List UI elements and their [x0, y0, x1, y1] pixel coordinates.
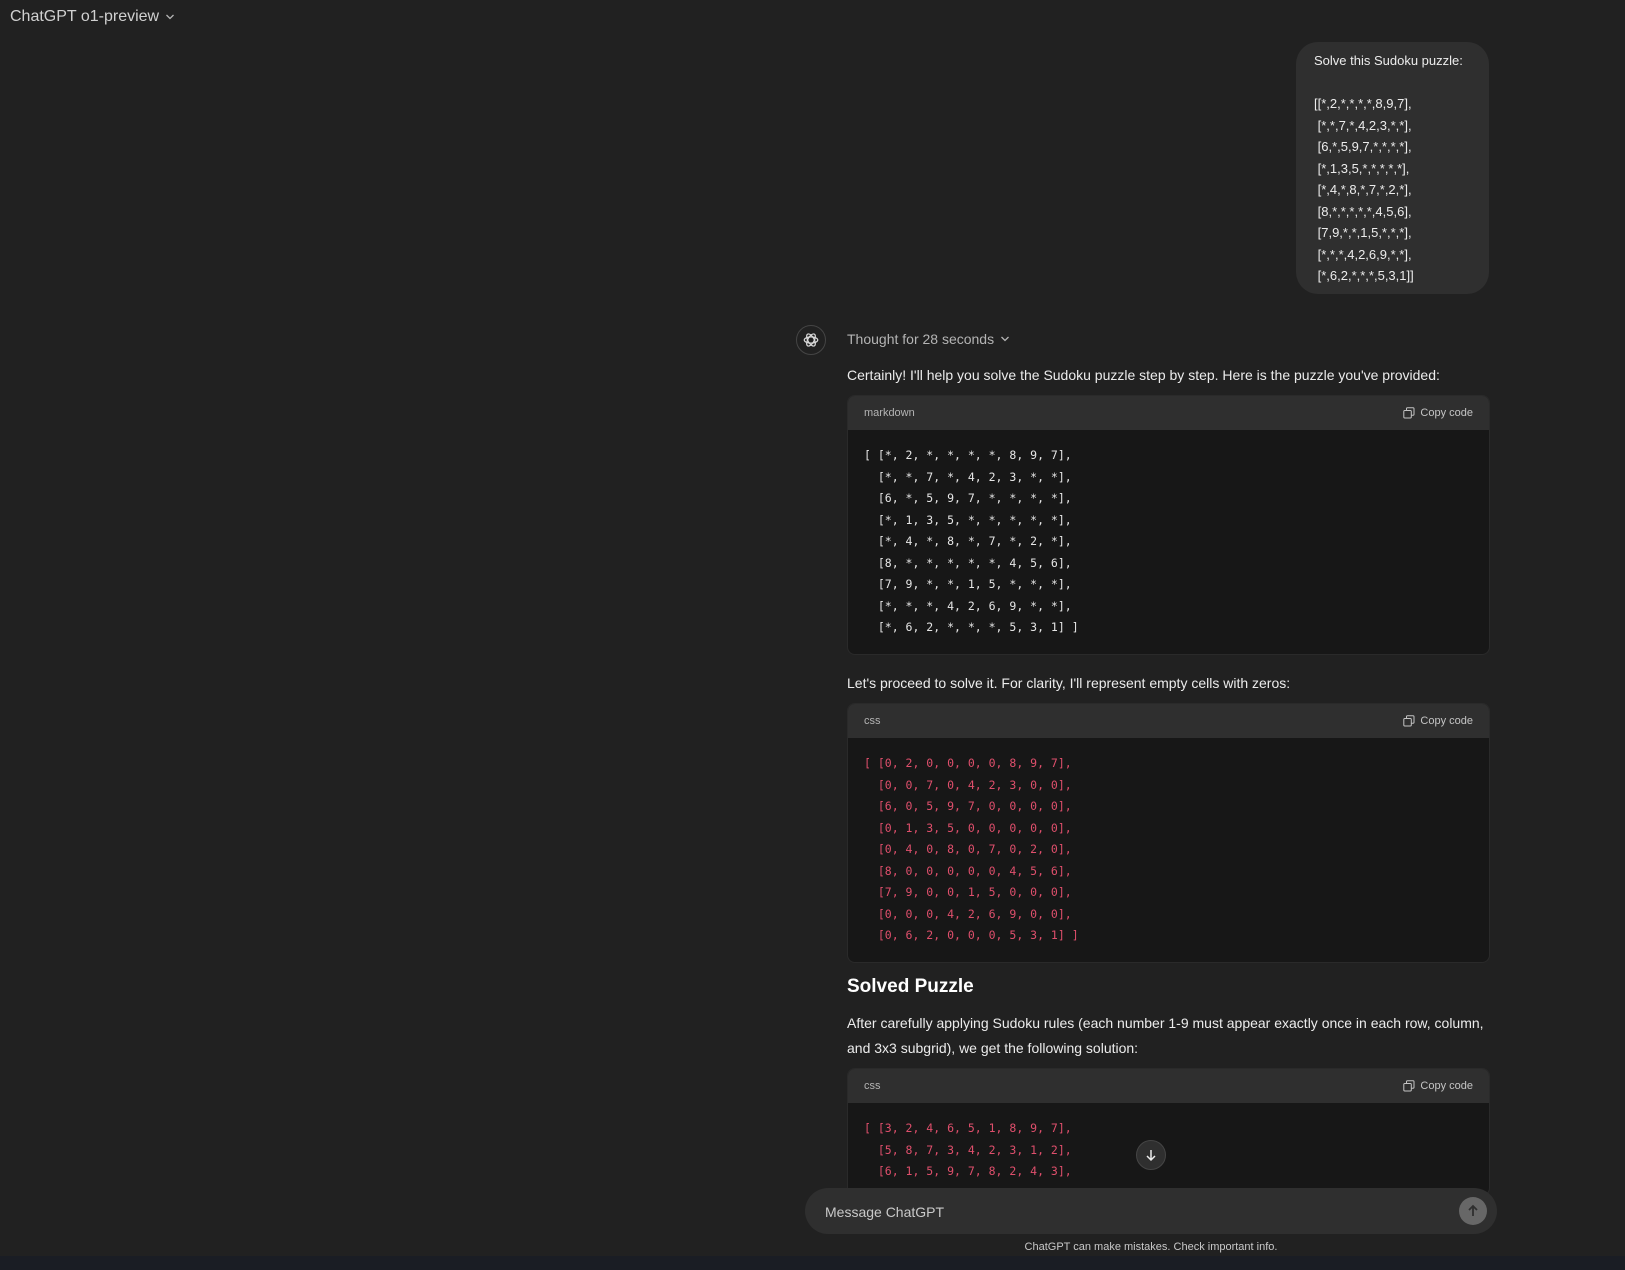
code-line: [*, *, 7, *, 4, 2, 3, *, *], — [864, 469, 1072, 484]
code-body: [ [3, 2, 4, 6, 5, 1, 8, 9, 7], [5, 8, 7,… — [848, 1103, 1489, 1195]
puzzle-row: [[*,2,*,*,*,*,8,9,7], — [1314, 96, 1412, 111]
puzzle-row: [*,4,*,8,*,7,*,2,*], — [1314, 182, 1412, 197]
code-line: [*, *, *, 4, 2, 6, 9, *, *], — [864, 598, 1072, 613]
puzzle-row: [*,*,7,*,4,2,3,*,*], — [1314, 117, 1412, 133]
code-line: [ [*, 2, *, *, *, *, 8, 9, 7], — [864, 448, 1072, 462]
copy-icon — [1403, 715, 1415, 727]
thought-label: Thought for 28 seconds — [847, 331, 995, 347]
chevron-down-icon — [1001, 336, 1010, 342]
scroll-to-bottom-button[interactable] — [1136, 1140, 1166, 1170]
puzzle-row: [6,*,5,9,7,*,*,*,*], — [1314, 139, 1412, 154]
code-block-zeros: css Copy code [ [0, 2, 0, 0, 0, 0, 8, 9,… — [847, 703, 1490, 963]
openai-logo-icon — [803, 333, 819, 347]
puzzle-row: [*,6,2,*,*,*,5,3,1]] — [1314, 268, 1414, 283]
window-bottom-strip — [0, 1256, 1625, 1270]
code-language: css — [864, 1080, 881, 1092]
code-header: markdown Copy code — [848, 396, 1489, 430]
message-composer — [805, 1188, 1497, 1236]
puzzle-row: [*,1,3,5,*,*,*,*,*], — [1314, 160, 1410, 176]
copy-code-button[interactable]: Copy code — [1403, 1080, 1473, 1092]
code-language: css — [864, 715, 881, 727]
assistant-avatar — [796, 325, 826, 355]
arrow-down-icon — [1146, 1150, 1156, 1162]
chevron-down-icon — [166, 14, 175, 20]
code-block-solution: css Copy code [ [3, 2, 4, 6, 5, 1, 8, 9,… — [847, 1068, 1490, 1196]
puzzle-row: [8,*,*,*,*,*,4,5,6], — [1314, 203, 1412, 219]
code-line: [5, 8, 7, 3, 4, 2, 3, 1, 2], — [864, 1142, 1072, 1157]
code-line: [6, *, 5, 9, 7, *, *, *, *], — [864, 491, 1072, 505]
code-header: css Copy code — [848, 1069, 1489, 1103]
code-line: [8, 0, 0, 0, 0, 0, 4, 5, 6], — [864, 863, 1072, 878]
assistant-proceed: Let's proceed to solve it. For clarity, … — [847, 675, 1291, 691]
code-line: [7, 9, 0, 0, 1, 5, 0, 0, 0], — [864, 885, 1072, 899]
code-line: [ [0, 2, 0, 0, 0, 0, 8, 9, 7], — [864, 756, 1072, 770]
user-message-intro: Solve this Sudoku puzzle: — [1314, 53, 1463, 68]
copy-code-label: Copy code — [1420, 715, 1473, 727]
message-input[interactable] — [823, 1188, 1427, 1236]
code-header: css Copy code — [848, 704, 1489, 738]
thought-toggle[interactable]: Thought for 28 seconds — [847, 331, 1010, 347]
code-body: [ [0, 2, 0, 0, 0, 0, 8, 9, 7], [0, 0, 7,… — [848, 738, 1489, 962]
assistant-intro: Certainly! I'll help you solve the Sudok… — [847, 367, 1440, 383]
solved-heading: Solved Puzzle — [847, 976, 974, 997]
copy-code-label: Copy code — [1420, 407, 1473, 419]
code-body: [ [*, 2, *, *, *, *, 8, 9, 7], [*, *, 7,… — [848, 430, 1489, 654]
copy-code-button[interactable]: Copy code — [1403, 715, 1473, 727]
puzzle-row: [7,9,*,*,1,5,*,*,*], — [1314, 225, 1412, 240]
code-line: [0, 4, 0, 8, 0, 7, 0, 2, 0], — [864, 842, 1072, 856]
code-line: [*, 1, 3, 5, *, *, *, *, *], — [864, 512, 1072, 527]
code-line: [8, *, *, *, *, *, 4, 5, 6], — [864, 555, 1072, 570]
copy-icon — [1403, 407, 1415, 419]
disclaimer: ChatGPT can make mistakes. Check importa… — [1024, 1241, 1278, 1253]
user-message: Solve this Sudoku puzzle: [[*,2,*,*,*,*,… — [1296, 42, 1489, 294]
code-line: [6, 0, 5, 9, 7, 0, 0, 0, 0], — [864, 799, 1072, 813]
copy-code-button[interactable]: Copy code — [1403, 407, 1473, 419]
send-button[interactable] — [1459, 1197, 1487, 1225]
code-line: [*, 6, 2, *, *, *, 5, 3, 1] ] — [864, 620, 1079, 634]
code-line: [0, 0, 7, 0, 4, 2, 3, 0, 0], — [864, 777, 1072, 792]
arrow-up-icon — [1468, 1204, 1478, 1216]
puzzle-row: [*,*,*,4,2,6,9,*,*], — [1314, 246, 1412, 262]
code-line: [7, 9, *, *, 1, 5, *, *, *], — [864, 577, 1072, 591]
code-line: [0, 1, 3, 5, 0, 0, 0, 0, 0], — [864, 820, 1072, 835]
code-language: markdown — [864, 407, 915, 419]
copy-icon — [1403, 1080, 1415, 1092]
code-line: [6, 1, 5, 9, 7, 8, 2, 4, 3], — [864, 1164, 1072, 1178]
model-title: ChatGPT o1-preview — [10, 8, 160, 25]
code-block-original: markdown Copy code [ [*, 2, *, *, *, *, … — [847, 395, 1490, 655]
copy-code-label: Copy code — [1420, 1080, 1473, 1092]
solved-description: After carefully applying Sudoku rules (e… — [847, 1015, 1484, 1056]
code-line: [0, 6, 2, 0, 0, 0, 5, 3, 1] ] — [864, 928, 1079, 942]
code-line: [*, 4, *, 8, *, 7, *, 2, *], — [864, 534, 1072, 548]
code-line: [ [3, 2, 4, 6, 5, 1, 8, 9, 7], — [864, 1121, 1072, 1135]
model-selector[interactable]: ChatGPT o1-preview — [10, 8, 175, 26]
code-line: [0, 0, 0, 4, 2, 6, 9, 0, 0], — [864, 906, 1072, 921]
